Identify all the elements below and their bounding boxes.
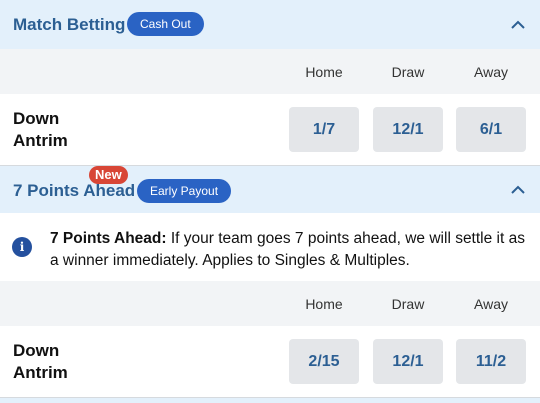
team-name-line2: Antrim <box>13 363 68 382</box>
info-icon: i <box>12 237 32 257</box>
team-name-line1: Down <box>13 341 60 360</box>
col-draw: Draw <box>391 64 425 80</box>
team-name-line2: Antrim <box>13 131 68 150</box>
cash-out-badge: Cash Out <box>127 12 204 36</box>
odds-draw-button[interactable]: 12/1 <box>373 339 443 384</box>
match-row: Down Antrim 2/15 12/1 11/2 <box>0 326 540 397</box>
col-away: Away <box>474 296 508 312</box>
chevron-up-icon[interactable] <box>510 20 526 30</box>
match-betting-header[interactable]: Match Betting Cash Out <box>0 0 540 49</box>
match-betting-title: Match Betting <box>13 15 126 34</box>
odds-away-button[interactable]: 11/2 <box>456 339 526 384</box>
team-name: Down Antrim <box>13 108 68 152</box>
seven-points-title: 7 Points Ahead <box>13 181 136 200</box>
team-name: Down Antrim <box>13 340 68 384</box>
odds-home-button[interactable]: 2/15 <box>289 339 359 384</box>
column-header-row: Home Draw Away <box>0 49 540 94</box>
seven-points-header[interactable]: 7 Points Ahead Early Payout <box>0 166 540 213</box>
team-name-line1: Down <box>13 109 60 128</box>
info-message: i 7 Points Ahead: If your team goes 7 po… <box>0 213 540 281</box>
chevron-up-icon[interactable] <box>510 185 526 195</box>
col-away: Away <box>474 64 508 80</box>
info-text: 7 Points Ahead: If your team goes 7 poin… <box>50 228 530 272</box>
odds-away-button[interactable]: 6/1 <box>456 107 526 152</box>
next-section-header <box>0 398 540 403</box>
new-badge: New <box>89 166 128 184</box>
info-bold-label: 7 Points Ahead: <box>50 230 167 247</box>
early-payout-badge: Early Payout <box>137 179 232 203</box>
odds-draw-button[interactable]: 12/1 <box>373 107 443 152</box>
col-draw: Draw <box>391 296 425 312</box>
column-header-row: Home Draw Away <box>0 281 540 326</box>
odds-home-button[interactable]: 1/7 <box>289 107 359 152</box>
match-row: Down Antrim 1/7 12/1 6/1 <box>0 94 540 165</box>
col-home: Home <box>305 296 343 312</box>
col-home: Home <box>305 64 343 80</box>
